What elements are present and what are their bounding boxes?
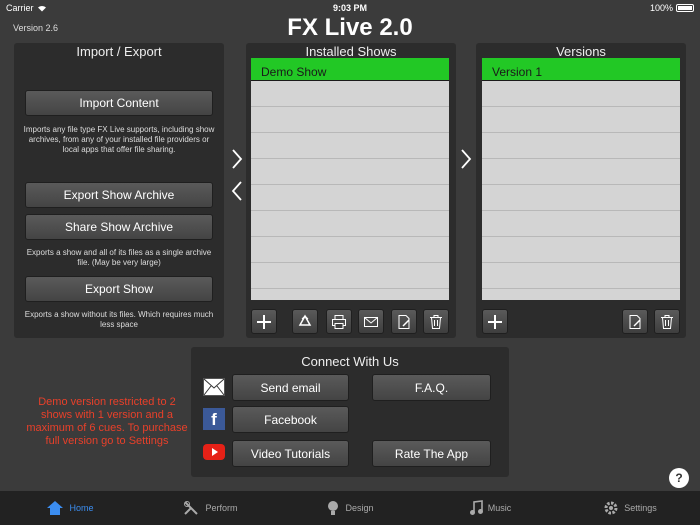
list-item (251, 159, 449, 185)
home-icon (47, 501, 64, 515)
import-export-panel: Import / Export Import Content Imports a… (14, 43, 224, 338)
edit-document-icon (629, 314, 641, 329)
lightbulb-icon (328, 501, 339, 515)
print-show-button[interactable] (326, 309, 352, 334)
facebook-icon: f (203, 408, 225, 430)
rate-app-button[interactable]: Rate The App (372, 440, 491, 467)
status-carrier: Carrier (6, 3, 47, 13)
list-item (482, 133, 680, 159)
chevron-right-icon[interactable] (228, 147, 246, 171)
tab-settings[interactable]: Settings (560, 491, 700, 525)
list-item (251, 263, 449, 289)
app-title: FX Live 2.0 (287, 14, 413, 41)
delete-show-button[interactable] (423, 309, 449, 334)
demo-notice: Demo version restricted to 2 shows with … (26, 396, 188, 447)
edit-document-icon (398, 314, 410, 329)
share-show-archive-button[interactable]: Share Show Archive (25, 214, 213, 240)
list-item (482, 237, 680, 263)
add-show-button[interactable] (251, 309, 277, 334)
delete-version-button[interactable] (654, 309, 680, 334)
tab-settings-label: Settings (624, 503, 657, 513)
archive-description: Exports a show and all of its files as a… (26, 248, 212, 267)
import-content-button[interactable]: Import Content (25, 90, 213, 116)
youtube-icon (203, 444, 225, 460)
envelope-icon (364, 316, 378, 327)
list-item (251, 237, 449, 263)
list-item[interactable]: Demo Show (251, 58, 449, 81)
list-item (482, 81, 680, 107)
wifi-icon (37, 5, 46, 12)
music-note-icon (469, 500, 483, 515)
versions-list: Version 1 (482, 58, 680, 300)
perform-icon (184, 501, 199, 515)
import-export-title: Import / Export (76, 44, 162, 59)
tab-perform[interactable]: Perform (140, 491, 280, 525)
trash-icon (661, 314, 673, 329)
list-item (251, 185, 449, 211)
status-battery: 100% (650, 3, 694, 13)
tab-music-label: Music (487, 503, 512, 513)
list-item (251, 107, 449, 133)
video-tutorials-button[interactable]: Video Tutorials (232, 440, 349, 467)
battery-icon (676, 4, 694, 12)
tab-home[interactable]: Home (0, 491, 140, 525)
rename-show-button[interactable] (391, 309, 417, 334)
installed-shows-list: Demo Show (251, 58, 449, 300)
status-time: 9:03 PM (332, 3, 367, 13)
list-item (251, 133, 449, 159)
plus-icon (257, 314, 271, 329)
envelope-icon (203, 378, 225, 396)
export-show-description: Exports a show without its files. Which … (24, 310, 214, 329)
versions-title: Versions (556, 44, 606, 59)
list-item (251, 211, 449, 237)
installed-shows-panel: Installed Shows Demo Show (246, 43, 456, 338)
tab-home-label: Home (69, 503, 94, 513)
facebook-button[interactable]: Facebook (232, 406, 349, 433)
chevron-right-versions-icon[interactable] (457, 147, 475, 171)
list-item (482, 159, 680, 185)
connect-title: Connect With Us (301, 354, 399, 369)
chevron-left-icon[interactable] (228, 179, 246, 203)
list-item (482, 107, 680, 133)
list-item (482, 211, 680, 237)
installed-shows-title: Installed Shows (305, 44, 397, 59)
email-show-button[interactable] (358, 309, 384, 334)
list-item (482, 263, 680, 289)
tab-bar: Home Perform Design Music Settings (0, 491, 700, 525)
help-button[interactable]: ? (669, 468, 689, 488)
list-item (251, 81, 449, 107)
tab-design-label: Design (345, 503, 374, 513)
export-show-button[interactable]: Export Show (25, 276, 213, 302)
recycle-show-button[interactable] (292, 309, 318, 334)
list-item[interactable]: Version 1 (482, 58, 680, 81)
versions-panel: Versions Version 1 (476, 43, 686, 338)
rename-version-button[interactable] (622, 309, 648, 334)
tab-design[interactable]: Design (280, 491, 420, 525)
tab-perform-label: Perform (205, 503, 238, 513)
export-show-archive-button[interactable]: Export Show Archive (25, 182, 213, 208)
list-item (482, 185, 680, 211)
gear-icon (604, 501, 618, 515)
carrier-label: Carrier (6, 3, 34, 13)
connect-panel: Connect With Us Send email F.A.Q. f Face… (191, 347, 509, 477)
plus-icon (488, 314, 502, 329)
recycle-icon (298, 313, 312, 326)
faq-button[interactable]: F.A.Q. (372, 374, 491, 401)
trash-icon (430, 314, 442, 329)
tab-music[interactable]: Music (420, 491, 560, 525)
printer-icon (332, 314, 346, 329)
add-version-button[interactable] (482, 309, 508, 334)
send-email-button[interactable]: Send email (232, 374, 349, 401)
import-description: Imports any file type FX Live supports, … (23, 125, 215, 154)
battery-percent: 100% (649, 3, 673, 13)
